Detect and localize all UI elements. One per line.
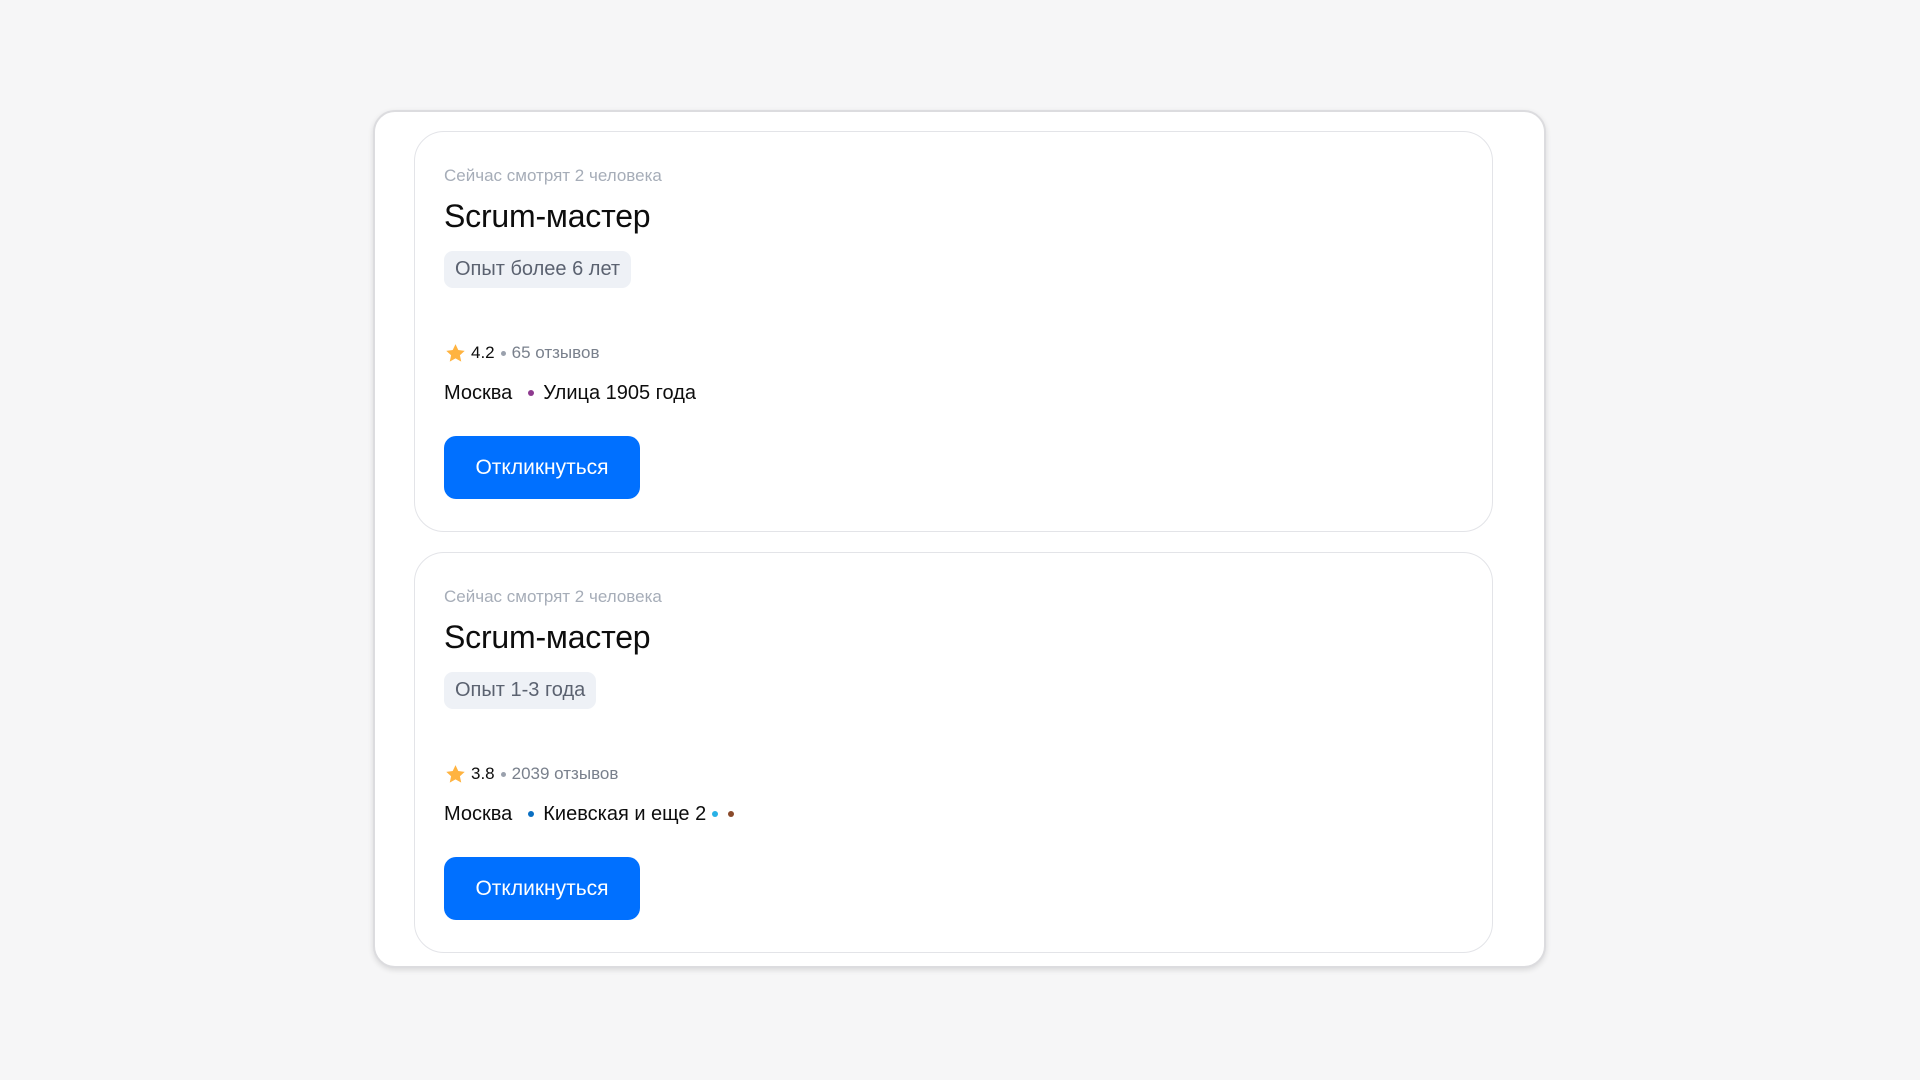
metro-station: Киевская и еще 2: [543, 802, 707, 825]
star-icon: [446, 764, 465, 783]
reviews-link[interactable]: 2039 отзывов: [512, 764, 619, 784]
metro-station: Улица 1905 года: [543, 381, 697, 404]
viewers-count: Сейчас смотрят 2 человека: [444, 166, 662, 185]
metro-line-dot: [528, 390, 535, 396]
vacancy-title[interactable]: Scrum-мастер: [444, 198, 651, 235]
apply-button[interactable]: Откликнуться: [444, 857, 640, 920]
rating-value: 3.8: [471, 764, 495, 783]
vacancy-card[interactable]: Сейчас смотрят 2 человека Scrum-мастер О…: [414, 131, 1493, 532]
separator-dot: [500, 771, 506, 777]
experience-tag: Опыт 1-3 года: [444, 672, 597, 709]
vacancy-title[interactable]: Scrum-мастер: [444, 619, 651, 656]
separator-dot: [500, 350, 506, 356]
city: Москва: [444, 802, 513, 825]
city: Москва: [444, 381, 513, 404]
star-icon: [446, 343, 465, 362]
metro-line-dot: [528, 811, 535, 817]
company-rating: 4.2 65 отзывов: [444, 340, 599, 366]
viewers-count: Сейчас смотрят 2 человека: [444, 587, 662, 606]
location: Москва Улица 1905 года: [444, 379, 696, 407]
apply-button[interactable]: Откликнуться: [444, 436, 640, 499]
vacancy-list-panel: Сейчас смотрят 2 человека Scrum-мастер О…: [373, 110, 1546, 968]
experience-tag: Опыт более 6 лет: [444, 251, 632, 288]
metro-line-dot: [712, 811, 719, 817]
reviews-link[interactable]: 65 отзывов: [512, 343, 600, 363]
metro-line-dot: [728, 811, 735, 817]
vacancy-card[interactable]: Сейчас смотрят 2 человека Scrum-мастер О…: [414, 552, 1493, 953]
company-rating: 3.8 2039 отзывов: [444, 761, 618, 787]
rating-value: 4.2: [471, 343, 495, 362]
location: Москва Киевская и еще 2: [444, 800, 735, 828]
